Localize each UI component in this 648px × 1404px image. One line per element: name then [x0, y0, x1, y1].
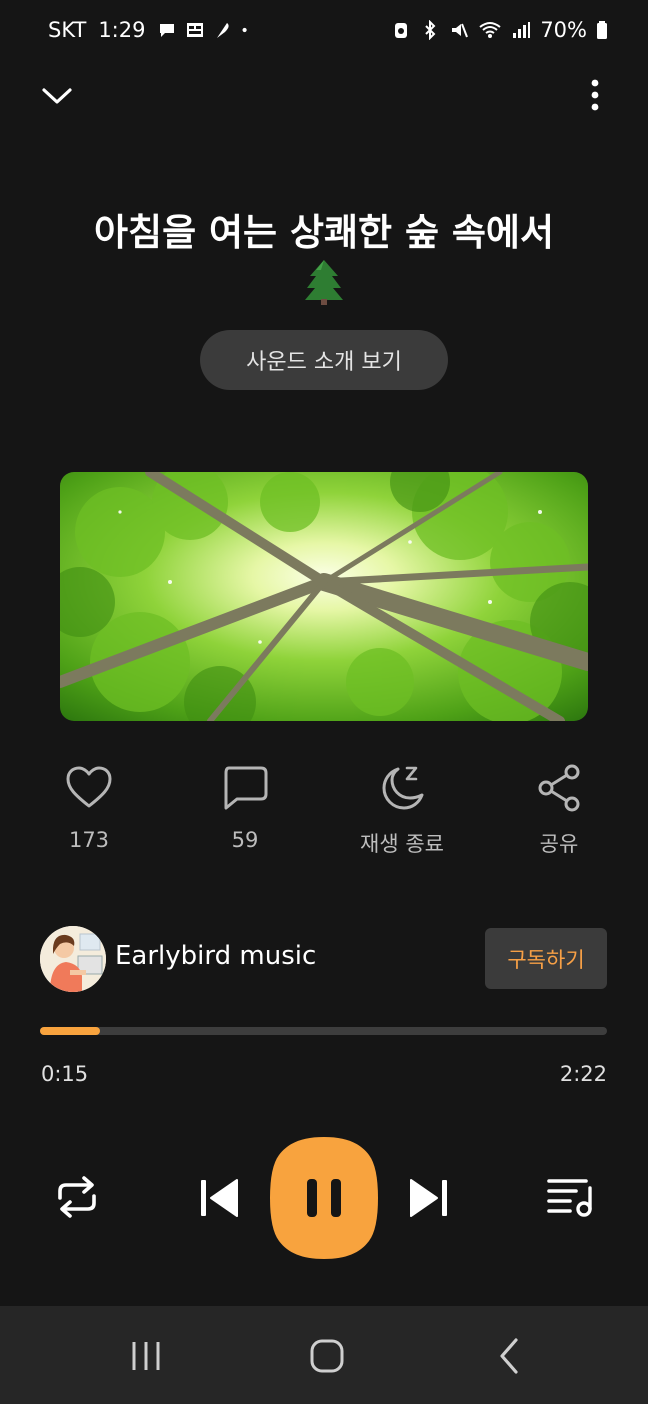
dot-icon [242, 27, 248, 33]
sound-title: 아침을 여는 상쾌한 숲 속에서 [93, 211, 554, 254]
comment-icon [224, 766, 268, 810]
current-time: 0:15 [41, 1062, 89, 1086]
like-action[interactable]: 173 [24, 762, 154, 852]
notification-icons [157, 20, 253, 40]
moon-sleep-icon [382, 766, 424, 810]
sleep-timer-label: 재생 종료 [360, 832, 444, 856]
battery-icon [597, 21, 607, 39]
share-action[interactable]: 공유 [494, 762, 624, 858]
back-icon[interactable] [488, 1336, 532, 1376]
evergreen-tree-icon [305, 260, 343, 305]
comment-count: 59 [231, 828, 259, 852]
mute-icon [452, 23, 469, 38]
battery-label: 70% [540, 18, 587, 42]
previous-icon[interactable] [197, 1176, 241, 1220]
gallery-icon [187, 23, 204, 37]
pause-button[interactable] [270, 1137, 378, 1259]
wifi-icon [479, 22, 501, 38]
chat-bubble-icon [160, 24, 175, 37]
player-screen: SKT 1:29 70% 아침을 여는 상쾌한 숲 속에서 사운드 소개 보기 … [0, 0, 648, 1404]
alarm-icon [395, 23, 408, 38]
feather-icon [217, 23, 230, 38]
heart-icon [66, 766, 112, 808]
sound-intro-button[interactable]: 사운드 소개 보기 [200, 330, 448, 390]
chevron-down-icon[interactable] [36, 74, 78, 116]
share-icon [538, 764, 580, 812]
subscribe-button[interactable]: 구독하기 [485, 928, 607, 989]
recents-icon[interactable] [124, 1336, 168, 1376]
like-count: 173 [68, 828, 110, 852]
channel-avatar[interactable] [40, 926, 106, 992]
bluetooth-icon [425, 20, 436, 40]
repeat-icon[interactable] [52, 1172, 102, 1222]
sleep-timer-action[interactable]: 재생 종료 [337, 762, 467, 858]
carrier-label: SKT [48, 18, 87, 42]
progress-bar[interactable] [40, 1027, 607, 1035]
more-options-icon[interactable] [580, 74, 610, 116]
status-bar: SKT 1:29 70% [0, 0, 648, 62]
total-time: 2:22 [559, 1062, 607, 1086]
status-right: 70% [391, 18, 608, 42]
system-nav-bar [0, 1306, 648, 1404]
forest-canopy-image [60, 472, 588, 721]
top-bar [0, 70, 648, 120]
clock: 1:29 [98, 18, 146, 42]
avatar-illustration [40, 926, 106, 992]
status-left: SKT 1:29 [48, 18, 253, 42]
next-icon[interactable] [407, 1176, 451, 1220]
pause-icon [270, 1137, 378, 1259]
home-icon[interactable] [305, 1336, 349, 1376]
progress-fill [40, 1027, 101, 1035]
signal-icon [513, 22, 531, 38]
playlist-icon[interactable] [546, 1174, 596, 1220]
cover-image [60, 472, 588, 721]
comment-action[interactable]: 59 [180, 762, 310, 852]
channel-name[interactable]: Earlybird music [115, 941, 316, 971]
share-label: 공유 [539, 832, 579, 856]
